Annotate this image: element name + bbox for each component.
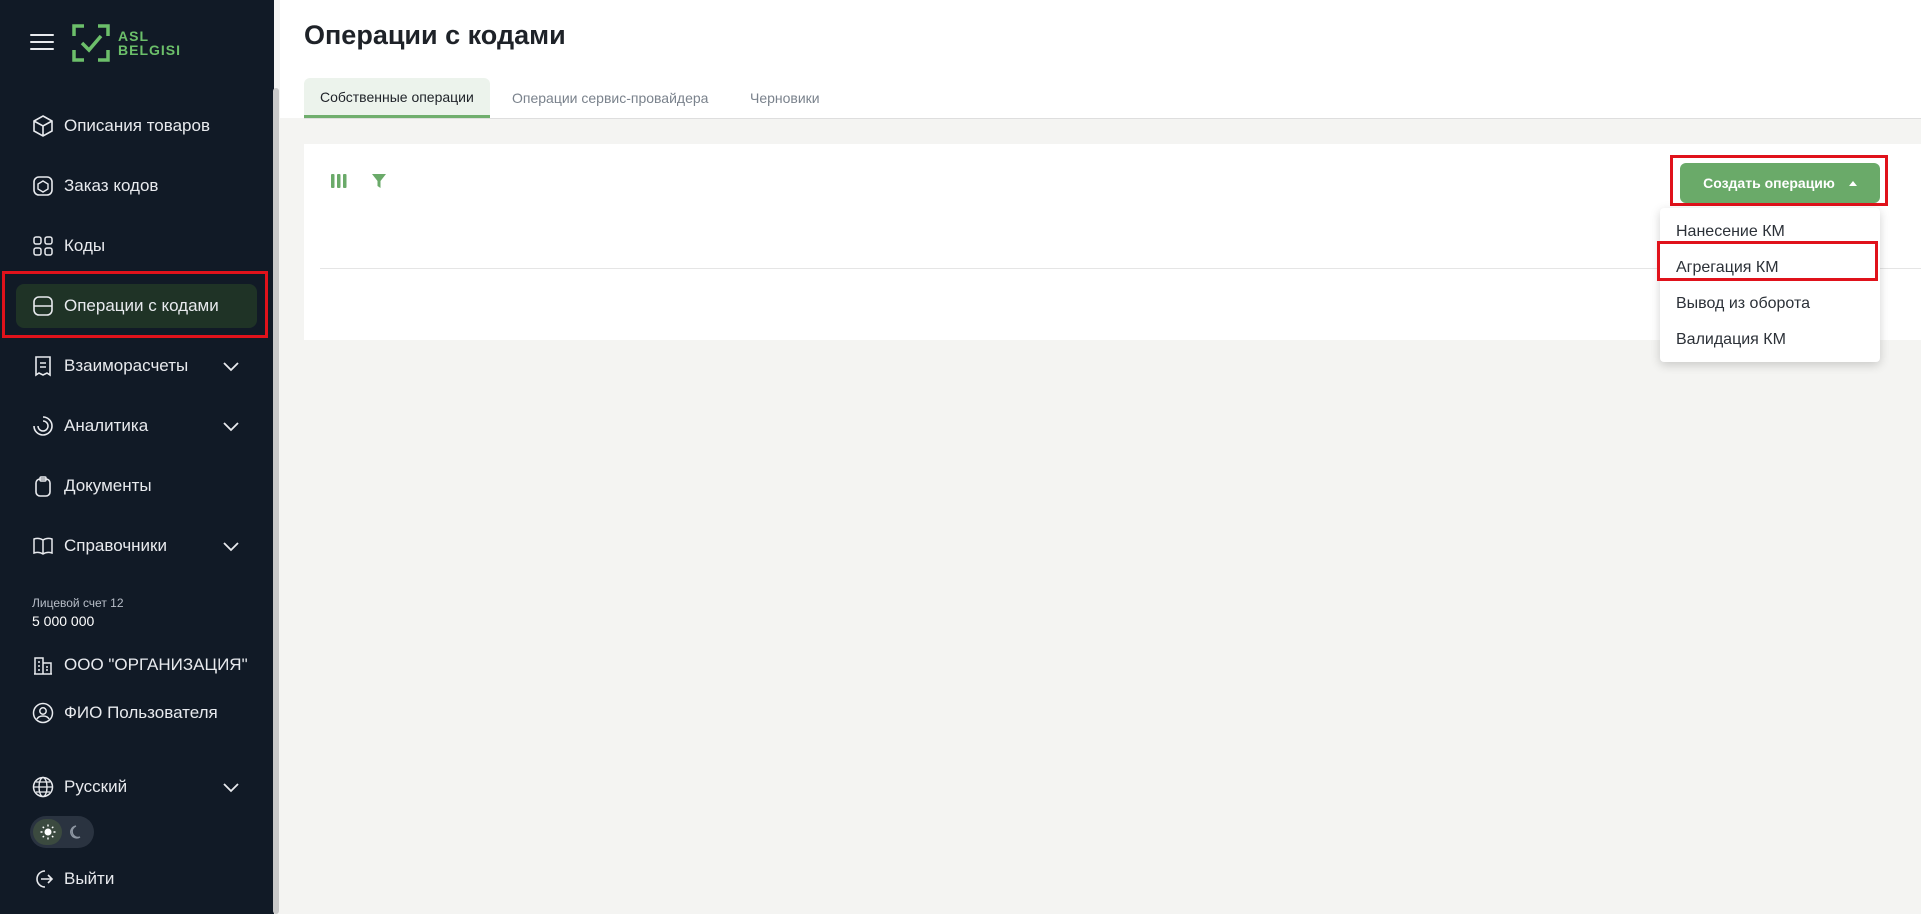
account-balance: 5 000 000 xyxy=(32,613,95,629)
sidebar-item-documents[interactable]: Документы xyxy=(16,464,257,508)
organization-item[interactable]: ООО "ОРГАНИЗАЦИЯ" xyxy=(16,643,257,687)
tabs-bar: Собственные операции Операции сервис-про… xyxy=(304,78,1921,119)
tab-drafts[interactable]: Черновики xyxy=(734,78,836,118)
codes-icon xyxy=(30,233,56,259)
moon-icon[interactable] xyxy=(62,819,91,845)
logo-text: ASL BELGISI xyxy=(118,28,182,58)
sidebar-item-code-operations[interactable]: Операции с кодами xyxy=(16,284,257,328)
sidebar-item-label: Заказ кодов xyxy=(64,176,159,195)
sidebar-item-code-orders[interactable]: Заказ кодов xyxy=(16,164,257,208)
globe-icon xyxy=(30,774,56,800)
sidebar-item-codes[interactable]: Коды xyxy=(16,224,257,268)
filter-icon[interactable] xyxy=(368,170,390,192)
menu-item-application[interactable]: Нанесение КМ xyxy=(1660,214,1880,250)
logout-icon xyxy=(30,866,56,892)
sun-icon[interactable] xyxy=(33,819,62,845)
sidebar-item-references[interactable]: Справочники xyxy=(16,524,257,568)
chevron-down-icon[interactable] xyxy=(221,777,241,797)
sidebar-item-label: Взаиморасчеты xyxy=(64,356,189,375)
menu-item-aggregation[interactable]: Агрегация КМ xyxy=(1660,250,1880,286)
book-icon xyxy=(30,533,56,559)
chevron-down-icon[interactable] xyxy=(221,536,241,556)
sidebar-item-analytics[interactable]: Аналитика xyxy=(16,404,257,448)
logout-label: Выйти xyxy=(64,869,115,888)
chevron-down-icon[interactable] xyxy=(221,416,241,436)
tab-provider-operations[interactable]: Операции сервис-провайдера xyxy=(496,78,724,118)
sidebar: ASL BELGISI Описания товаров Заказ кодов… xyxy=(0,0,274,914)
sidebar-item-settlements[interactable]: Взаиморасчеты xyxy=(16,344,257,388)
create-operation-label: Создать операцию xyxy=(1703,175,1835,191)
create-operation-button[interactable]: Создать операцию xyxy=(1680,163,1880,203)
logo-mark-icon xyxy=(70,22,112,64)
menu-item-validation[interactable]: Валидация КМ xyxy=(1660,322,1880,358)
analytics-icon xyxy=(30,413,56,439)
sidebar-item-label: Описания товаров xyxy=(64,116,210,135)
caret-up-icon xyxy=(1848,180,1857,186)
logout-item[interactable]: Выйти xyxy=(16,857,257,901)
language-selector[interactable]: Русский xyxy=(16,765,257,809)
building-icon xyxy=(30,652,56,678)
user-profile-item[interactable]: ФИО Пользователя xyxy=(16,691,257,735)
logo[interactable]: ASL BELGISI xyxy=(70,22,181,64)
user-name: ФИО Пользователя xyxy=(64,703,218,722)
organization-name: ООО "ОРГАНИЗАЦИЯ" xyxy=(64,655,248,674)
sidebar-item-label: Коды xyxy=(64,236,106,255)
sidebar-item-label: Справочники xyxy=(64,536,167,555)
columns-icon[interactable] xyxy=(328,170,350,192)
account-label: Лицевой счет 12 xyxy=(32,596,124,610)
box-order-icon xyxy=(30,173,56,199)
operations-icon xyxy=(30,293,56,319)
sidebar-item-product-descriptions[interactable]: Описания товаров xyxy=(16,104,257,148)
user-icon xyxy=(30,700,56,726)
sidebar-item-label: Операции с кодами xyxy=(64,296,219,315)
tab-own-operations[interactable]: Собственные операции xyxy=(304,78,490,118)
chevron-down-icon[interactable] xyxy=(221,356,241,376)
sidebar-item-label: Документы xyxy=(64,476,152,495)
clipboard-icon xyxy=(30,473,56,499)
sidebar-item-label: Аналитика xyxy=(64,416,149,435)
menu-icon[interactable] xyxy=(30,34,54,52)
language-label: Русский xyxy=(64,777,128,796)
receipt-icon xyxy=(30,353,56,379)
theme-toggle[interactable] xyxy=(30,816,94,848)
menu-item-withdrawal[interactable]: Вывод из оборота xyxy=(1660,286,1880,322)
create-operation-menu: Нанесение КМ Агрегация КМ Вывод из оборо… xyxy=(1660,208,1880,362)
sidebar-scrollbar[interactable] xyxy=(273,88,279,914)
page-title: Операции с кодами xyxy=(304,20,566,50)
box-icon xyxy=(30,113,56,139)
